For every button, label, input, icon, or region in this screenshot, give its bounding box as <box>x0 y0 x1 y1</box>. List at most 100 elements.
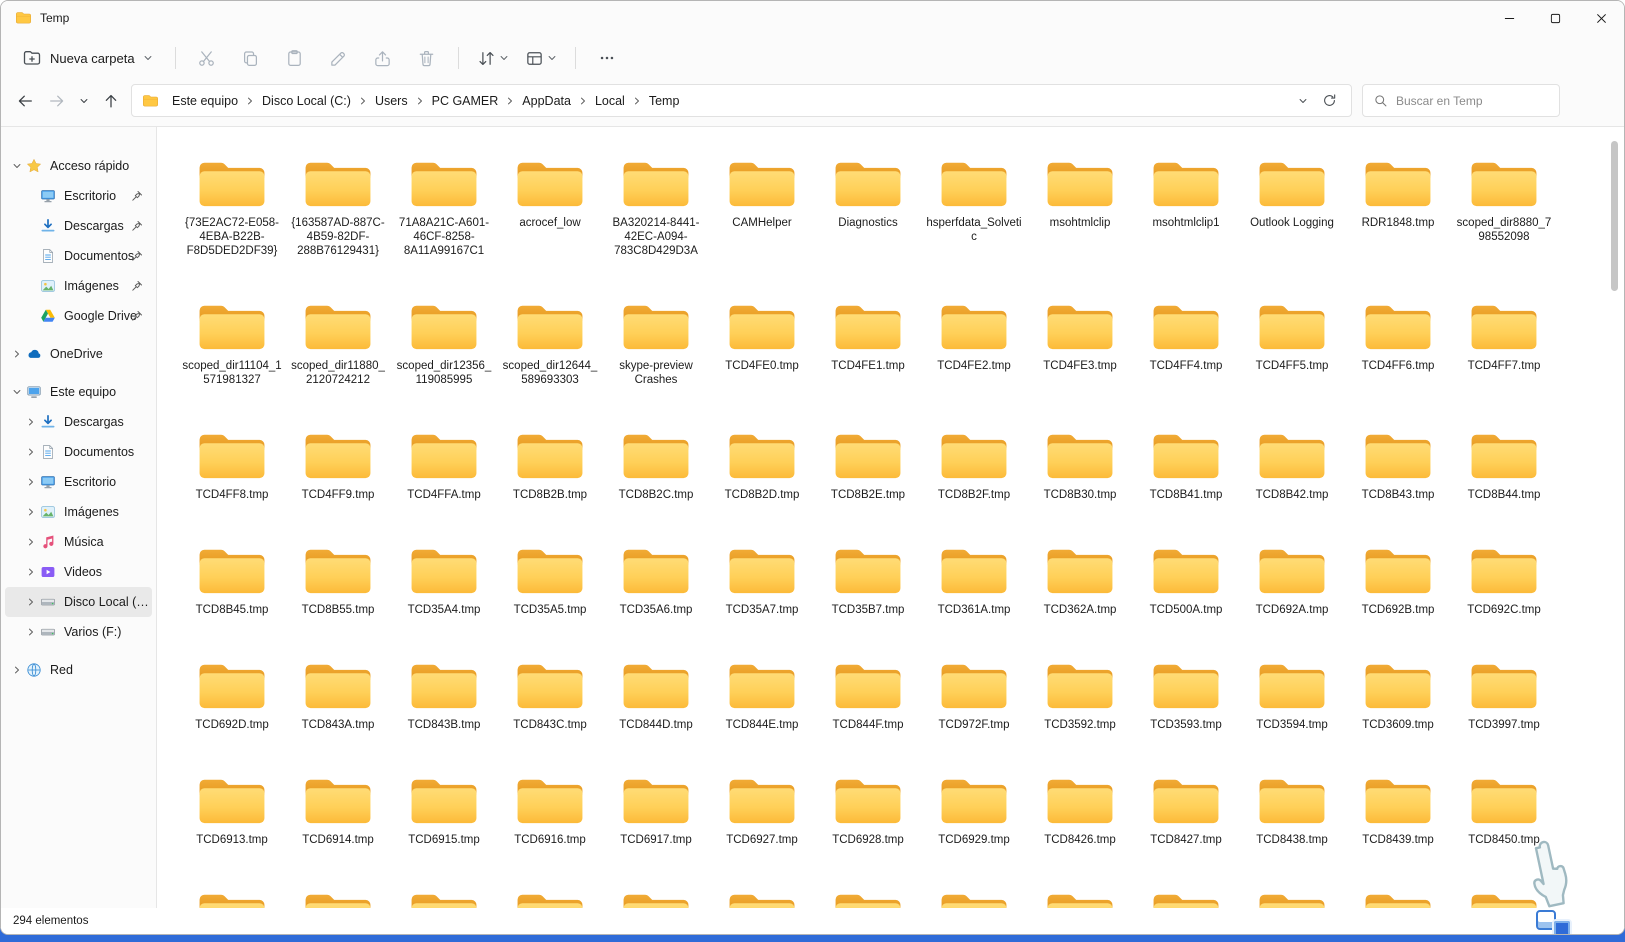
sidebar-item-disco-local-c[interactable]: Disco Local (C:) <box>5 587 152 617</box>
folder-item[interactable]: TCD4FE3.tmp <box>1027 288 1133 417</box>
folder-item[interactable]: TCD8B42.tmp <box>1239 417 1345 532</box>
folder-item[interactable]: TCD8B2F.tmp <box>921 417 1027 532</box>
folder-item[interactable]: TCD844D.tmp <box>603 647 709 762</box>
folder-item[interactable]: TCD844F.tmp <box>815 647 921 762</box>
folder-item-partial[interactable] <box>1239 877 1345 908</box>
breadcrumb-item-local[interactable]: Local <box>588 94 632 108</box>
folder-item[interactable]: Outlook Logging <box>1239 145 1345 288</box>
folder-item[interactable]: TCD4FF6.tmp <box>1345 288 1451 417</box>
folder-item-partial[interactable] <box>1345 877 1451 908</box>
folder-item[interactable]: TCD8B30.tmp <box>1027 417 1133 532</box>
folder-item-partial[interactable] <box>603 877 709 908</box>
folder-item[interactable]: TCD4FE2.tmp <box>921 288 1027 417</box>
folder-item[interactable]: msohtmlclip1 <box>1133 145 1239 288</box>
folder-item-partial[interactable] <box>179 877 285 908</box>
folder-item[interactable]: scoped_dir8880_798552098 <box>1451 145 1557 288</box>
folder-item[interactable]: TCD8B43.tmp <box>1345 417 1451 532</box>
chevron-right-icon[interactable] <box>23 477 39 487</box>
sidebar-item-red[interactable]: Red <box>5 655 152 685</box>
folder-item[interactable]: TCD4FFA.tmp <box>391 417 497 532</box>
folder-item[interactable]: TCD8438.tmp <box>1239 762 1345 877</box>
folder-item[interactable]: TCD972F.tmp <box>921 647 1027 762</box>
breadcrumb-item-pc-gamer[interactable]: PC GAMER <box>425 94 506 108</box>
close-button[interactable] <box>1578 1 1624 35</box>
folder-item[interactable]: TCD35A6.tmp <box>603 532 709 647</box>
folder-item[interactable]: TCD35A4.tmp <box>391 532 497 647</box>
folder-item[interactable]: TCD8B2E.tmp <box>815 417 921 532</box>
folder-item[interactable]: TCD35A5.tmp <box>497 532 603 647</box>
folder-item[interactable]: TCD4FF8.tmp <box>179 417 285 532</box>
folder-item-partial[interactable] <box>1133 877 1239 908</box>
sidebar-item-descargas[interactable]: Descargas <box>5 211 152 241</box>
breadcrumb-item-appdata[interactable]: AppData <box>515 94 578 108</box>
sidebar-item-google-drive[interactable]: Google Drive <box>5 301 152 331</box>
folder-item[interactable]: TCD3609.tmp <box>1345 647 1451 762</box>
copy-button[interactable] <box>231 41 271 75</box>
folder-item[interactable]: scoped_dir12356_119085995 <box>391 288 497 417</box>
sidebar-item-acceso-r-pido[interactable]: Acceso rápido <box>5 151 152 181</box>
share-button[interactable] <box>363 41 403 75</box>
folder-item[interactable]: TCD500A.tmp <box>1133 532 1239 647</box>
folder-item[interactable]: TCD843C.tmp <box>497 647 603 762</box>
folder-item[interactable]: TCD6913.tmp <box>179 762 285 877</box>
chevron-right-icon[interactable] <box>23 597 39 607</box>
new-folder-button[interactable]: Nueva carpeta <box>11 41 164 75</box>
folder-item[interactable]: TCD8B55.tmp <box>285 532 391 647</box>
folder-item[interactable]: TCD8B45.tmp <box>179 532 285 647</box>
chevron-right-icon[interactable] <box>23 507 39 517</box>
folder-item[interactable]: TCD6927.tmp <box>709 762 815 877</box>
chevron-right-icon[interactable] <box>9 665 25 675</box>
chevron-right-icon[interactable] <box>23 447 39 457</box>
folder-item[interactable]: scoped_dir11880_2120724212 <box>285 288 391 417</box>
folder-item[interactable]: BA320214-8441-42EC-A094-783C8D429D3A <box>603 145 709 288</box>
delete-button[interactable] <box>407 41 447 75</box>
more-options-button[interactable] <box>587 41 627 75</box>
folder-item[interactable]: CAMHelper <box>709 145 815 288</box>
folder-item[interactable]: TCD692A.tmp <box>1239 532 1345 647</box>
folder-item-partial[interactable] <box>709 877 815 908</box>
folder-item[interactable]: TCD6928.tmp <box>815 762 921 877</box>
sidebar-item-descargas[interactable]: Descargas <box>5 407 152 437</box>
folder-item[interactable]: TCD844E.tmp <box>709 647 815 762</box>
maximize-button[interactable] <box>1532 1 1578 35</box>
folder-item[interactable]: 71A8A21C-A601-46CF-8258-8A11A99167C1 <box>391 145 497 288</box>
sort-button[interactable] <box>470 41 516 75</box>
sidebar-item-videos[interactable]: Videos <box>5 557 152 587</box>
folder-item[interactable]: hsperfdata_Solvetic <box>921 145 1027 288</box>
folder-item[interactable]: scoped_dir11104_1571981327 <box>179 288 285 417</box>
folder-item-partial[interactable] <box>391 877 497 908</box>
sidebar-item-im-genes[interactable]: Imágenes <box>5 497 152 527</box>
folder-item[interactable]: TCD692B.tmp <box>1345 532 1451 647</box>
folder-item[interactable]: TCD4FF9.tmp <box>285 417 391 532</box>
chevron-down-icon[interactable] <box>9 161 25 171</box>
folder-item[interactable]: TCD8B41.tmp <box>1133 417 1239 532</box>
breadcrumb-item-este-equipo[interactable]: Este equipo <box>165 94 245 108</box>
folder-item[interactable]: TCD8439.tmp <box>1345 762 1451 877</box>
sidebar-item-documentos[interactable]: Documentos <box>5 437 152 467</box>
back-button[interactable] <box>9 85 41 117</box>
folder-item[interactable]: TCD8B2C.tmp <box>603 417 709 532</box>
cut-button[interactable] <box>187 41 227 75</box>
vertical-scrollbar[interactable] <box>1609 133 1621 902</box>
breadcrumb[interactable]: Este equipo Disco Local (C:) Users PC GAMER… <box>131 84 1352 117</box>
folder-item[interactable]: TCD692C.tmp <box>1451 532 1557 647</box>
chevron-right-icon[interactable] <box>23 627 39 637</box>
chevron-right-icon[interactable] <box>23 537 39 547</box>
folder-item[interactable]: TCD8426.tmp <box>1027 762 1133 877</box>
address-dropdown-icon[interactable] <box>1298 96 1308 106</box>
folder-item[interactable]: TCD8B44.tmp <box>1451 417 1557 532</box>
sidebar-item-onedrive[interactable]: OneDrive <box>5 339 152 369</box>
chevron-right-icon[interactable] <box>23 567 39 577</box>
folder-item[interactable]: TCD6929.tmp <box>921 762 1027 877</box>
view-button[interactable] <box>518 41 564 75</box>
sidebar-item-escritorio[interactable]: Escritorio <box>5 467 152 497</box>
folder-item[interactable]: TCD8B2B.tmp <box>497 417 603 532</box>
sidebar-item-im-genes[interactable]: Imágenes <box>5 271 152 301</box>
folder-item[interactable]: {73E2AC72-E058-4EBA-B22B-F8D5DED2DF39} <box>179 145 285 288</box>
breadcrumb-item-users[interactable]: Users <box>368 94 415 108</box>
breadcrumb-item-disco-local-c[interactable]: Disco Local (C:) <box>255 94 358 108</box>
sidebar-item-documentos[interactable]: Documentos <box>5 241 152 271</box>
sidebar-item-escritorio[interactable]: Escritorio <box>5 181 152 211</box>
folder-item[interactable]: skype-preview Crashes <box>603 288 709 417</box>
folder-item[interactable]: msohtmlclip <box>1027 145 1133 288</box>
